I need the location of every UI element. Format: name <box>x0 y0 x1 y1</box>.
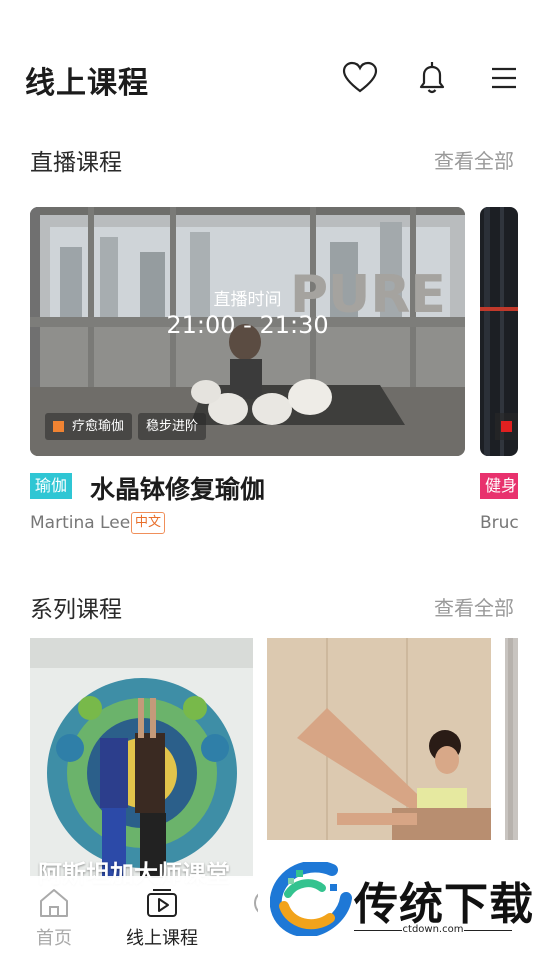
app-header: 线上课程 <box>0 0 540 130</box>
course-name[interactable]: 水晶钵修复瑜伽 <box>90 470 265 506</box>
live-time-label: 直播时间 <box>213 290 282 310</box>
play-icon <box>145 886 179 920</box>
nav-label: 首页 <box>36 928 72 949</box>
live-time: 21:00 - 21:30 <box>166 311 329 339</box>
language-badge: 中文 <box>131 512 166 534</box>
series-section-title: 系列课程 <box>30 597 122 623</box>
nav-item-online-courses[interactable]: 线上课程 <box>117 886 207 950</box>
tag-square-icon <box>53 421 64 432</box>
category-badge: 健身 <box>480 473 518 499</box>
series-course-card[interactable] <box>30 638 253 878</box>
live-course-card[interactable]: PURE 直播时间 21:00 - 21:30 疗愈瑜伽 稳步进阶 <box>30 207 465 456</box>
category-badge: 瑜伽 <box>30 473 73 499</box>
watermark: 传统下载 ctdown.com <box>258 840 540 960</box>
menu-icon[interactable] <box>484 58 524 98</box>
nav-item-home[interactable]: 首页 <box>9 886 99 950</box>
live-section-title: 直播课程 <box>30 150 122 176</box>
watermark-text: 传统下载 <box>354 879 534 930</box>
nav-label: 线上课程 <box>126 928 198 949</box>
instructor-name: Martina Lee <box>30 513 131 533</box>
instructor-name: Bruc <box>480 513 518 533</box>
image-tag: 疗愈瑜伽 <box>45 413 133 440</box>
image-tag: 稳步进阶 <box>138 413 207 440</box>
page-title: 线上课程 <box>25 66 149 101</box>
image-tag-label: 稳步进阶 <box>146 419 199 434</box>
image-tag-row: 疗愈瑜伽 稳步进阶 <box>45 413 207 440</box>
live-course-image <box>480 207 518 456</box>
heart-icon[interactable] <box>340 58 380 98</box>
watermark-divider <box>464 930 512 931</box>
live-view-all-link[interactable]: 查看全部 <box>434 145 514 174</box>
series-course-image <box>30 638 253 878</box>
series-view-all-link[interactable]: 查看全部 <box>434 592 514 621</box>
home-icon <box>37 886 71 920</box>
live-course-card-partial[interactable] <box>480 207 518 456</box>
bell-icon[interactable] <box>412 58 452 98</box>
image-tag-label: 疗愈瑜伽 <box>72 419 125 434</box>
watermark-logo-icon <box>269 860 352 938</box>
